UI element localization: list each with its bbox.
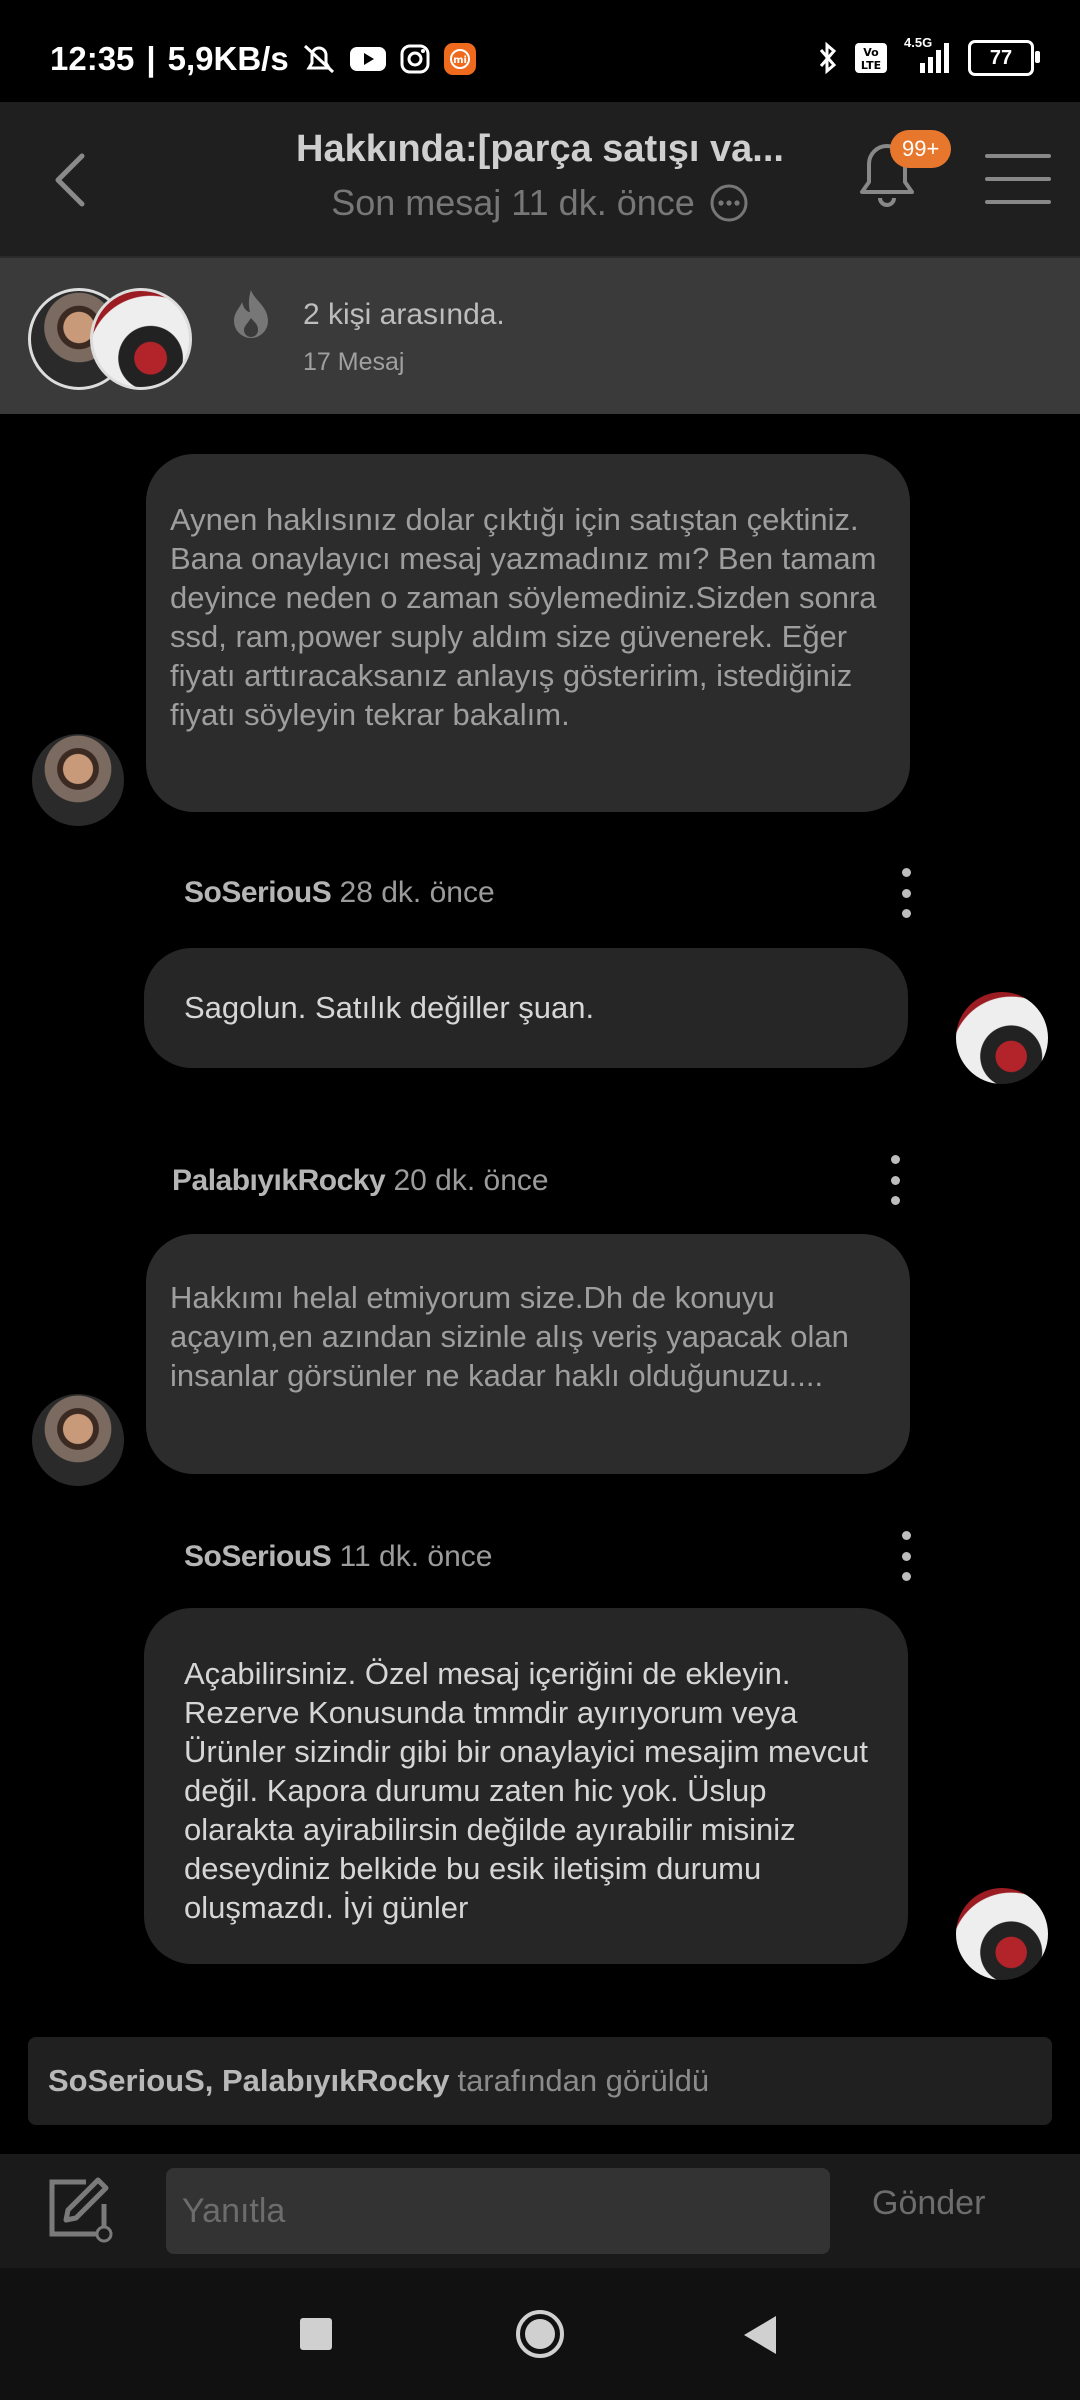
signal-icon: 4.5G [904,35,952,75]
message-time: 11 dk. önce [339,1540,493,1573]
participant-avatars[interactable] [28,284,198,390]
volte-icon: Vo LTE [854,42,888,74]
dot [890,1155,900,1164]
svg-text:LTE: LTE [861,59,881,72]
message-author[interactable]: PalabıyıkRocky [172,1164,386,1197]
svg-text:Vo: Vo [863,46,879,59]
status-time: 12:35 [50,40,135,77]
home-icon[interactable] [514,2308,566,2360]
back-nav-icon[interactable] [740,2314,780,2356]
message-bubble: Hakkımı helal etmiyorum size.Dh de konuy… [146,1234,910,1474]
avatar [32,1394,124,1486]
network-type: 4.5G [904,35,933,50]
mi-app-icon: mi [443,42,477,76]
message-text: Açabilirsiniz. Özel mesaj içeriğini de e… [184,1656,868,1925]
message-meta: SoSeriouS 28 dk. önce [184,876,495,910]
system-navigation-bar [0,2268,1080,2400]
message-text: Sagolun. Satılık değiller şuan. [184,990,595,1025]
status-left: 12:35 | 5,9KB/s mi [50,40,477,78]
message-author[interactable]: SoSeriouS [184,876,332,909]
dot [901,909,911,918]
conversation-header: Hakkında:[parça satışı va... Son mesaj 1… [0,102,1080,258]
message-bubble: Açabilirsiniz. Özel mesaj içeriğini de e… [144,1608,908,1964]
status-bar: 12:35 | 5,9KB/s mi Vo LTE 4.5G 77 [0,0,1080,102]
message-avatar[interactable] [32,734,124,826]
message-time: 28 dk. önce [339,876,495,909]
notification-badge: 99+ [890,130,952,168]
alarm-off-icon [301,42,337,76]
battery-level: 77 [989,46,1013,69]
message-bubble: Sagolun. Satılık değiller şuan. [144,948,908,1068]
avatar [90,288,192,390]
svg-text:mi: mi [453,55,467,66]
message-author[interactable]: SoSeriouS [184,1540,332,1573]
avatar [956,992,1048,1084]
message-options-button[interactable] [891,868,921,918]
participants-bar: 2 kişi arasında. 17 Mesaj [0,258,1080,414]
dot [901,1551,911,1561]
battery-icon: 77 [968,40,1040,76]
message-avatar[interactable] [956,1888,1048,1980]
send-button[interactable]: Gönder [872,2184,985,2223]
message-bubble: Aynen haklısınız dolar çıktığı için satı… [146,454,910,812]
seen-suffix: tarafından görüldü [457,2063,710,2098]
avatar [32,734,124,826]
reply-composer: Gönder [0,2154,1080,2268]
conversation-subtitle: Son mesaj 11 dk. önce [200,182,880,224]
hamburger-menu-icon [985,154,1051,204]
recents-icon[interactable] [298,2316,334,2352]
more-circle-icon[interactable] [709,183,749,223]
dot [901,1572,911,1581]
message-options-button[interactable] [891,1531,921,1581]
compose-settings-icon[interactable] [46,2174,116,2244]
dot [901,888,911,898]
message-meta: SoSeriouS 11 dk. önce [184,1540,492,1574]
status-right: Vo LTE 4.5G 77 [818,35,1040,76]
message-avatar[interactable] [32,1394,124,1486]
avatar [956,1888,1048,1980]
dot [901,868,911,877]
status-separator: | [146,40,156,77]
seen-indicator: SoSeriouS, PalabıyıkRocky tarafından gör… [28,2037,1052,2125]
message-meta: PalabıyıkRocky 20 dk. önce [172,1164,549,1198]
instagram-icon [399,43,431,75]
youtube-icon [349,45,387,73]
messages-count: 17 Mesaj [303,348,405,376]
dot [890,1175,900,1185]
conversation-title[interactable]: Hakkında:[parça satışı va... [200,128,880,171]
message-avatar[interactable] [956,992,1048,1084]
seen-names: SoSeriouS, PalabıyıkRocky [48,2063,450,2098]
participants-count: 2 kişi arasında. [303,298,505,331]
message-text: Hakkımı helal etmiyorum size.Dh de konuy… [170,1280,849,1393]
status-speed: 5,9KB/s [167,40,289,77]
message-time: 20 dk. önce [393,1164,549,1197]
back-button[interactable] [30,140,110,220]
dot [890,1196,900,1205]
chevron-left-icon [55,153,85,207]
dot [901,1531,911,1540]
flame-icon [234,290,268,338]
message-options-button[interactable] [880,1155,910,1205]
bluetooth-icon [818,41,838,75]
reply-input[interactable] [166,2168,830,2254]
last-message-time: Son mesaj 11 dk. önce [331,182,695,223]
message-text: Aynen haklısınız dolar çıktığı için satı… [170,502,877,732]
menu-button[interactable] [985,152,1051,206]
